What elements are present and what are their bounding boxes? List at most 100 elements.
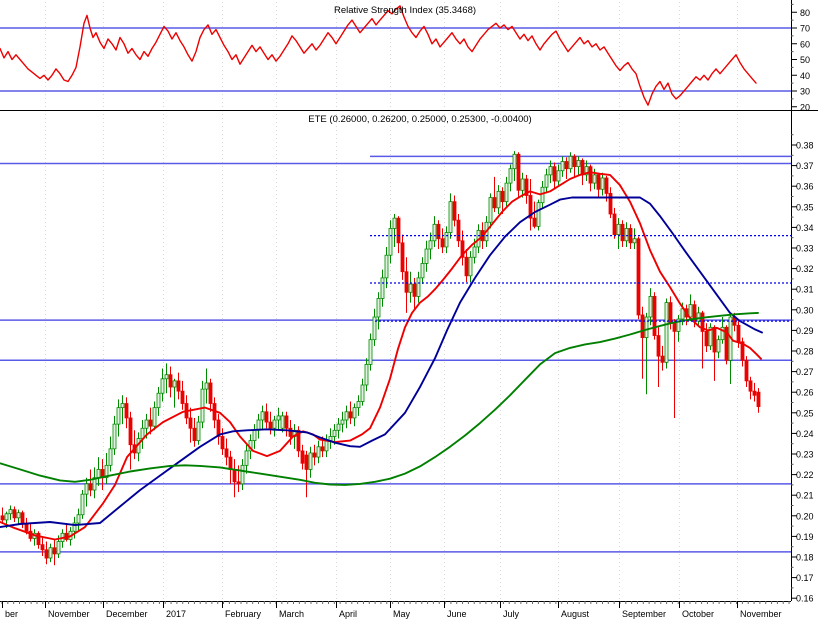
candle-up (340, 419, 345, 425)
candle-up (632, 238, 637, 244)
rsi-tick-label: 60 (800, 39, 810, 49)
candle-down (604, 177, 609, 194)
candle-down (176, 380, 181, 392)
candle-up (260, 411, 265, 421)
candle-down (232, 469, 237, 483)
candle-down (612, 213, 617, 236)
price-tick-label: 0.23 (796, 450, 814, 460)
price-tick-label: 0.28 (796, 347, 814, 357)
candle-up (56, 541, 61, 555)
candle-up (504, 182, 509, 203)
candle-up (544, 174, 549, 188)
candle-up (164, 374, 169, 380)
month-label: November (48, 609, 90, 619)
candle-up (376, 298, 381, 318)
price-tick-label: 0.25 (796, 408, 814, 418)
candle-down (320, 446, 325, 452)
candle-down (304, 454, 309, 470)
price-tick-label: 0.32 (796, 264, 814, 274)
candle-down (228, 456, 233, 470)
price-tick-label: 0.37 (796, 161, 814, 171)
price-tick-label: 0.35 (796, 202, 814, 212)
candle-down (404, 271, 409, 293)
month-label: ber (5, 609, 18, 619)
candle-up (336, 423, 341, 431)
candle-down (20, 512, 25, 525)
rsi-panel-title: Relative Strength Index (35.3468) (333, 5, 477, 16)
month-label: October (682, 609, 714, 619)
candle-down (236, 481, 241, 485)
candle-up (280, 415, 285, 429)
candle-up (716, 339, 721, 353)
candle-up (276, 415, 281, 421)
rsi-tick-label: 70 (800, 24, 810, 34)
candle-down (492, 197, 497, 209)
candle-up (568, 155, 573, 170)
candle-down (640, 314, 645, 339)
month-label: July (503, 609, 520, 619)
month-label: April (339, 609, 357, 619)
candle-up (144, 419, 149, 429)
month-label: August (561, 609, 590, 619)
candle-up (84, 483, 89, 495)
price-tick-label: 0.27 (796, 367, 814, 377)
candle-up (352, 407, 357, 419)
candle-up (512, 153, 517, 170)
candle-up (392, 217, 397, 229)
candle-up (252, 429, 257, 442)
candle-down (596, 174, 601, 190)
price-tick-label: 0.38 (796, 141, 814, 151)
candle-up (664, 302, 669, 363)
candle-down (588, 166, 593, 184)
month-label: March (279, 609, 304, 619)
candle-down (124, 403, 129, 419)
candle-down (312, 452, 317, 458)
candle-up (592, 174, 597, 184)
candle-down (284, 415, 289, 429)
candle-down (396, 217, 401, 244)
candle-up (272, 419, 277, 429)
price-tick-label: 0.17 (796, 573, 814, 583)
candle-up (448, 201, 453, 233)
candle-up (244, 450, 249, 466)
candle-down (288, 427, 293, 437)
candle-up (600, 177, 605, 190)
rsi-tick-label: 40 (800, 71, 810, 81)
candle-up (536, 202, 541, 227)
candle-up (468, 256, 473, 277)
candle-down (180, 390, 185, 404)
candle-down (756, 391, 761, 408)
price-tick-label: 0.18 (796, 553, 814, 563)
candle-up (488, 197, 493, 223)
candle-down (88, 483, 93, 491)
month-label: May (393, 609, 411, 619)
candle-up (688, 304, 693, 318)
candle-up (204, 382, 209, 390)
candle-up (332, 429, 337, 437)
candle-down (668, 302, 673, 324)
candle-up (408, 283, 413, 293)
candle-down (532, 217, 537, 227)
price-tick-label: 0.33 (796, 244, 814, 254)
candle-down (636, 238, 641, 316)
candle-down (552, 166, 557, 182)
candle-down (672, 322, 677, 332)
candle-up (384, 254, 389, 279)
candle-down (268, 421, 273, 429)
candle-down (436, 223, 441, 240)
candle-down (440, 238, 445, 248)
candle-up (616, 223, 621, 236)
candle-up (388, 228, 393, 256)
candle-down (464, 256, 469, 277)
candle-down (148, 419, 153, 427)
candle-down (188, 417, 193, 429)
price-tick-label: 0.31 (796, 285, 814, 295)
month-label: December (106, 609, 148, 619)
candle-up (416, 277, 421, 297)
candle-up (356, 401, 361, 409)
candle-down (168, 374, 173, 388)
candle-up (8, 509, 13, 515)
candle-up (556, 170, 561, 182)
price-tick-label: 0.21 (796, 491, 814, 501)
candle-down (208, 382, 213, 404)
